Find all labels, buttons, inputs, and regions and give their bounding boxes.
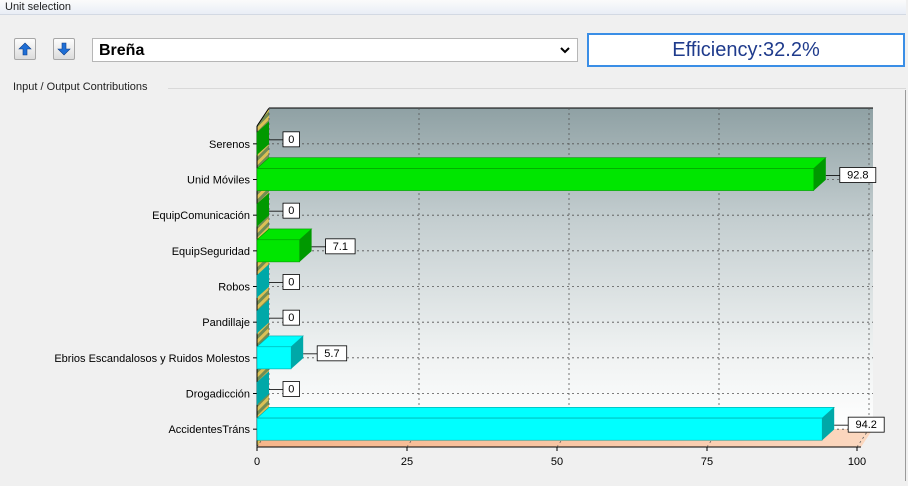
bar-top-face [256, 407, 835, 419]
contributions-chart: 0 25 50 75 100 Serenos Unid Móviles EquipComuni… [6, 90, 906, 481]
unit-selection-title: Unit selection [5, 1, 72, 13]
data-label: 92.8 [847, 170, 868, 182]
category-label: EquipSeguridad [172, 246, 250, 258]
bar [256, 417, 823, 441]
x-tick-label: 0 [254, 456, 260, 468]
contributions-divider [168, 88, 906, 89]
x-tick-label: 25 [401, 456, 413, 468]
category-label: Ebrios Escandalosos y Ruidos Molestos [54, 353, 250, 365]
next-unit-button[interactable] [53, 38, 75, 60]
category-label: Serenos [209, 139, 250, 151]
category-label: Unid Móviles [187, 175, 250, 187]
contributions-chart-svg: 0 25 50 75 100 Serenos Unid Móviles EquipComuni… [54, 107, 885, 468]
arrow-up-icon [18, 42, 32, 56]
bar [256, 346, 292, 370]
data-label: 0 [288, 134, 294, 146]
efficiency-display: Efficiency:32.2% [587, 33, 905, 67]
data-label: 0 [288, 312, 294, 324]
unit-select-dropdown[interactable]: Breña [92, 38, 578, 62]
bar [256, 168, 815, 191]
unit-select-value: Breña [99, 42, 145, 59]
data-label: 94.2 [855, 419, 876, 431]
chevron-down-icon [560, 47, 570, 54]
x-tick-label: 75 [701, 456, 713, 468]
data-label: 0 [288, 384, 294, 396]
category-label: AccidentesTráns [168, 424, 250, 436]
previous-unit-button[interactable] [14, 38, 36, 60]
data-label: 0 [288, 205, 294, 217]
unit-selection-header: Unit selection [0, 0, 906, 15]
bar [256, 239, 300, 263]
category-label: EquipComunicación [152, 210, 250, 222]
bar-top-face [256, 157, 827, 169]
category-label: Pandillaje [202, 317, 250, 329]
efficiency-value: Efficiency:32.2% [672, 39, 820, 61]
category-label: Drogadicción [186, 389, 250, 401]
chart-right-border [905, 90, 906, 481]
chart-back-wall [269, 108, 873, 429]
x-tick-label: 100 [848, 456, 866, 468]
arrow-down-icon [57, 42, 71, 56]
category-label: Robos [218, 282, 250, 294]
data-label: 5.7 [324, 348, 339, 360]
x-tick-label: 50 [551, 456, 563, 468]
data-label: 7.1 [333, 241, 348, 253]
data-label: 0 [288, 277, 294, 289]
